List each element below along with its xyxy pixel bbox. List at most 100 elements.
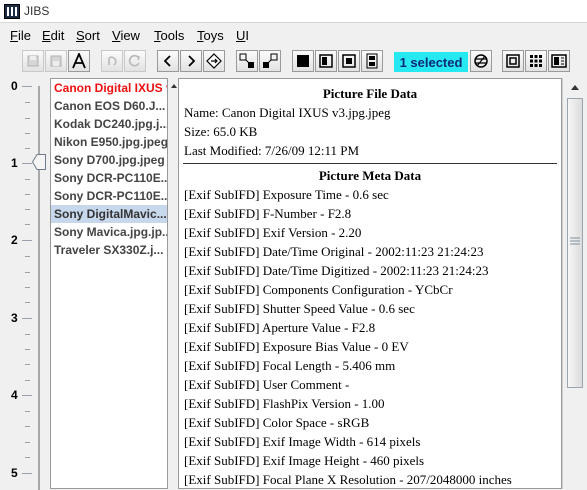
slider-minor-tick <box>25 209 30 210</box>
slider-minor-tick <box>25 457 30 458</box>
meta-row: [Exif SubIFD] Date/Time Original - 2002:… <box>184 244 484 259</box>
app-icon <box>4 4 20 19</box>
slider-minor-tick <box>25 179 30 180</box>
scrollbar-thumb[interactable] <box>567 98 583 388</box>
meta-row: [Exif SubIFD] Aperture Value - F2.8 <box>184 320 376 335</box>
slider-track[interactable] <box>38 86 40 490</box>
file-list-item-selected[interactable]: Sony DigitalMavic... <box>51 205 167 223</box>
meta-row: [Exif SubIFD] Date/Time Digitized - 2002… <box>184 263 489 278</box>
slider-minor-tick <box>25 194 30 195</box>
menu-bar: File Edit Sort View Tools Toys UI <box>0 25 587 47</box>
slider-minor-tick <box>25 224 30 225</box>
file-list-item[interactable]: Sony D700.jpg.jpeg <box>51 151 167 169</box>
resize-left-icon[interactable] <box>236 50 258 72</box>
slider-tick-label: 5 <box>11 466 18 480</box>
slider-tick <box>22 86 32 87</box>
undo-icon[interactable] <box>101 50 123 72</box>
save-icon[interactable] <box>22 50 44 72</box>
slider-tick <box>22 318 32 319</box>
slider-tick <box>22 473 32 474</box>
toolbar <box>0 48 587 76</box>
scroll-up-icon[interactable] <box>568 81 582 95</box>
filmstrip-icon[interactable] <box>361 50 383 72</box>
file-size: Size: 65.0 KB <box>184 124 258 139</box>
menu-ui[interactable]: UI <box>236 28 249 43</box>
slider-minor-tick <box>25 118 30 119</box>
file-list-item[interactable]: Sony Mavica.jpg.jp... <box>51 223 167 241</box>
slider-minor-tick <box>25 364 30 365</box>
previous-icon[interactable] <box>157 50 179 72</box>
slider-minor-tick <box>25 102 30 103</box>
single-view-icon[interactable] <box>292 50 314 72</box>
details-panel: Picture File Data Name: Canon Digital IX… <box>178 78 562 489</box>
redo-icon[interactable] <box>124 50 146 72</box>
meta-row: [Exif SubIFD] Focal Length - 5.406 mm <box>184 358 396 373</box>
title-bar: JIBS <box>0 0 587 23</box>
file-list-item[interactable]: Canon EOS D60.J... <box>51 97 167 115</box>
shuffle-icon[interactable] <box>203 50 225 72</box>
split-view-icon[interactable] <box>315 50 337 72</box>
thumbnail-view-icon[interactable] <box>502 50 524 72</box>
file-modified: Last Modified: 7/26/09 12:11 PM <box>184 143 360 158</box>
grid-view-icon[interactable] <box>525 50 547 72</box>
meta-row: [Exif SubIFD] Components Configuration -… <box>184 282 453 297</box>
menu-edit[interactable]: Edit <box>42 28 64 43</box>
details-scrollbar[interactable] <box>562 78 587 489</box>
slider-tick <box>22 240 32 241</box>
slider-minor-tick <box>25 256 30 257</box>
file-list-item[interactable]: Sony DCR-PC110E... <box>51 187 167 205</box>
meta-row: [Exif SubIFD] Exif Version - 2.20 <box>184 225 362 240</box>
menu-file[interactable]: File <box>10 28 31 43</box>
slider-minor-tick <box>25 334 30 335</box>
window-title: JIBS <box>24 4 50 18</box>
menu-sort[interactable]: Sort <box>76 28 100 43</box>
slider-minor-tick <box>25 302 30 303</box>
slider-tick-label: 4 <box>11 388 18 402</box>
meta-row: [Exif SubIFD] Exif Image Width - 614 pix… <box>184 434 421 449</box>
meta-row: [Exif SubIFD] Exposure Bias Value - 0 EV <box>184 339 409 354</box>
slider-tick-label: 0 <box>11 79 18 93</box>
text-icon[interactable] <box>68 50 90 72</box>
save-all-icon[interactable] <box>45 50 67 72</box>
slider-minor-tick <box>25 426 30 427</box>
slider-minor-tick <box>25 349 30 350</box>
divider <box>183 163 557 164</box>
menu-toys[interactable]: Toys <box>197 28 224 43</box>
file-list-scrollbar[interactable] <box>168 78 178 489</box>
slider-minor-tick <box>25 287 30 288</box>
menu-tools[interactable]: Tools <box>154 28 184 43</box>
slider-minor-tick <box>25 272 30 273</box>
selection-count-badge: 1 selected <box>394 52 468 72</box>
slider-tick-label: 2 <box>11 233 18 247</box>
file-list-item[interactable]: Kodak DC240.jpg.j... <box>51 115 167 133</box>
detail-view-icon[interactable] <box>548 50 570 72</box>
frame-view-icon[interactable] <box>338 50 360 72</box>
next-icon[interactable] <box>180 50 202 72</box>
meta-row: [Exif SubIFD] F-Number - F2.8 <box>184 206 352 221</box>
file-list[interactable]: Canon Digital IXUS v3.jpg.jpeg Canon EOS… <box>50 78 168 489</box>
menu-view[interactable]: View <box>112 28 140 43</box>
meta-row: [Exif SubIFD] Exif Image Height - 460 pi… <box>184 453 425 468</box>
slider-thumb[interactable] <box>31 154 46 170</box>
file-name: Name: Canon Digital IXUS v3.jpg.jpeg <box>184 105 391 120</box>
meta-row: [Exif SubIFD] FlashPix Version - 1.00 <box>184 396 385 411</box>
picture-file-data-title: Picture File Data <box>322 86 418 101</box>
file-list-item[interactable]: Sony DCR-PC110E... <box>51 169 167 187</box>
file-list-item[interactable]: Nikon E950.jpg.jpeg <box>51 133 167 151</box>
slider-tick-label: 3 <box>11 311 18 325</box>
slider-minor-tick <box>25 411 30 412</box>
meta-row: [Exif SubIFD] Focal Plane X Resolution -… <box>184 472 512 487</box>
file-list-item[interactable]: Traveler SX330Z.j... <box>51 241 167 259</box>
deselect-icon[interactable] <box>470 50 492 72</box>
slider-minor-tick <box>25 380 30 381</box>
slider-minor-tick <box>25 148 30 149</box>
meta-row: [Exif SubIFD] Shutter Speed Value - 0.6 … <box>184 301 415 316</box>
slider-minor-tick <box>25 133 30 134</box>
file-list-item[interactable]: Canon Digital IXUS v3.jpg.jpeg <box>51 79 167 97</box>
slider-tick <box>22 395 32 396</box>
meta-row: [Exif SubIFD] Exposure Time - 0.6 sec <box>184 187 389 202</box>
resize-right-icon[interactable] <box>259 50 281 72</box>
slider-tick <box>22 163 32 164</box>
meta-row: [Exif SubIFD] Color Space - sRGB <box>184 415 370 430</box>
slider-minor-tick <box>25 442 30 443</box>
